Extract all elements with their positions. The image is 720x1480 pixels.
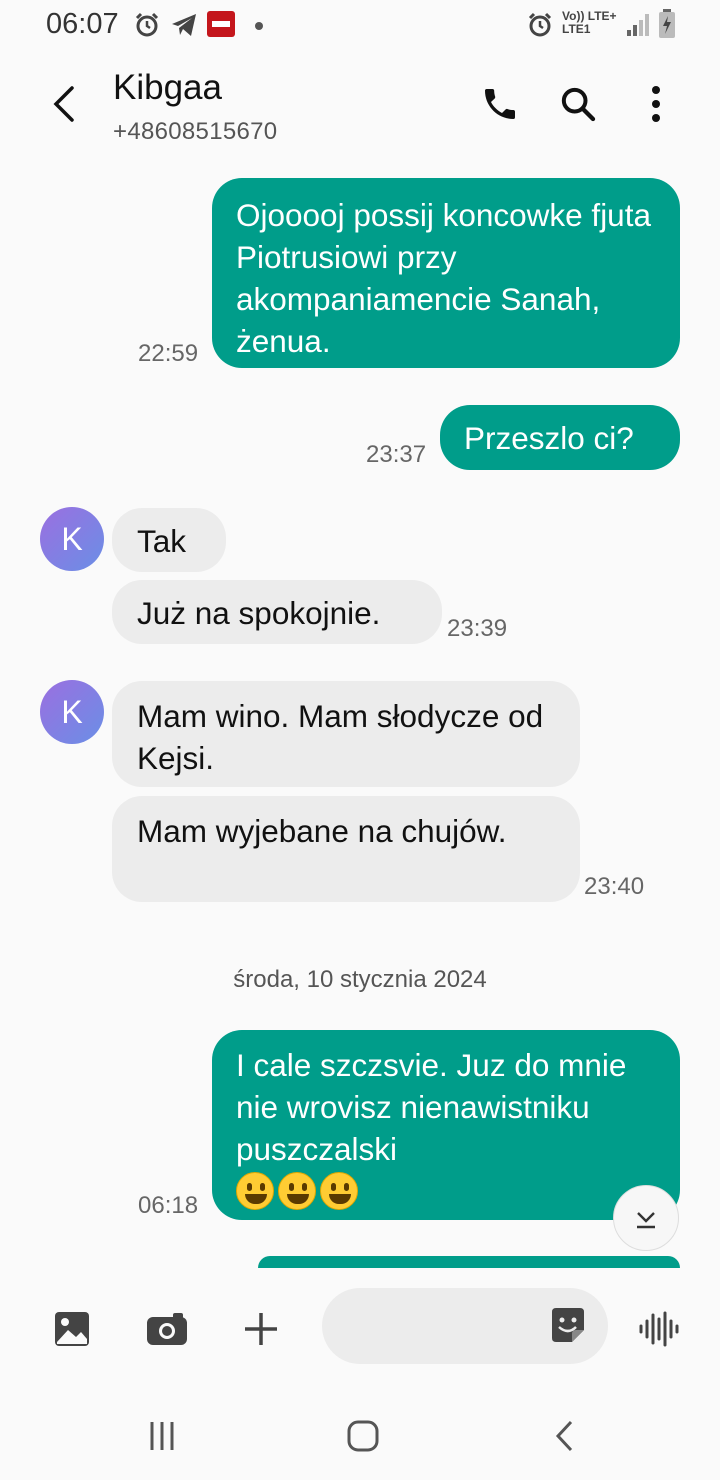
date-separator: środa, 10 stycznia 2024 — [233, 966, 487, 993]
gallery-button[interactable] — [47, 1304, 97, 1354]
avatar[interactable]: K — [40, 680, 104, 744]
chevron-down-icon — [637, 1212, 655, 1229]
message-timestamp: 23:39 — [447, 615, 508, 642]
outgoing-message-bubble[interactable]: Ojooooj possij koncowke fjuta Piotrusiow… — [212, 178, 680, 368]
alarm-icon — [134, 12, 160, 43]
network-label: Vo)) LTE+ — [562, 9, 617, 23]
more-vert-icon — [652, 86, 660, 122]
contact-number: +48608515670 — [113, 118, 278, 145]
back-icon — [555, 1420, 573, 1452]
nav-back-button[interactable] — [540, 1414, 590, 1458]
incoming-message-bubble[interactable]: Już na spokojnie. — [112, 580, 442, 644]
gallery-icon — [55, 1312, 89, 1346]
phone-icon — [485, 89, 515, 119]
avatar-initial: K — [61, 520, 83, 557]
status-bar: 06:07 Vo)) LTE+ LTE1 — [0, 0, 720, 48]
message-composer — [0, 1268, 720, 1388]
app-badge-icon — [207, 11, 235, 42]
outgoing-message-bubble-partial[interactable] — [258, 1256, 680, 1268]
outgoing-message-bubble[interactable]: Przeszlo ci? — [440, 405, 680, 470]
avatar-initial: K — [61, 693, 83, 730]
emoji-row — [236, 1172, 656, 1214]
home-icon — [347, 1420, 379, 1452]
message-input[interactable] — [322, 1288, 532, 1364]
incoming-message-bubble[interactable]: Mam wyjebane na chujów. — [112, 796, 580, 902]
grinning-face-emoji-icon — [236, 1172, 274, 1210]
message-timestamp: 23:37 — [366, 441, 427, 468]
recent-apps-button[interactable] — [137, 1414, 187, 1458]
voice-icon — [639, 1311, 679, 1347]
message-timestamp: 23:40 — [584, 873, 645, 900]
message-timestamp: 06:18 — [138, 1192, 199, 1219]
more-options-button[interactable] — [630, 76, 682, 132]
message-text: Tak — [137, 523, 187, 559]
home-button[interactable] — [338, 1414, 388, 1458]
recent-apps-icon — [150, 1422, 174, 1450]
avatar[interactable]: K — [40, 507, 104, 571]
back-arrow-icon — [53, 86, 74, 122]
grinning-face-emoji-icon — [278, 1172, 316, 1210]
outgoing-message-bubble[interactable]: I cale szczsvie. Juz do mnie nie wrovisz… — [212, 1030, 680, 1220]
message-text: Już na spokojnie. — [137, 595, 381, 631]
network-indicator: Vo)) LTE+ LTE1 — [562, 10, 617, 36]
search-button[interactable] — [552, 76, 604, 132]
alarm-icon — [527, 12, 553, 43]
voice-record-button[interactable] — [634, 1304, 684, 1354]
telegram-icon — [170, 12, 198, 43]
sticker-icon — [552, 1308, 584, 1342]
status-time: 06:07 — [46, 8, 119, 40]
camera-icon — [147, 1313, 187, 1345]
camera-button[interactable] — [142, 1304, 192, 1354]
sticker-button[interactable] — [548, 1306, 588, 1346]
search-icon — [561, 87, 596, 122]
network-sub-label: LTE1 — [562, 22, 591, 36]
message-text: Mam wino. Mam słodycze od Kejsi. — [137, 698, 544, 776]
message-timestamp: 22:59 — [138, 340, 199, 367]
call-button[interactable] — [474, 76, 526, 132]
battery-icon — [658, 9, 676, 44]
incoming-message-bubble[interactable]: Tak — [112, 508, 226, 572]
message-text: Przeszlo ci? — [464, 420, 634, 456]
signal-icon — [626, 12, 650, 41]
conversation-header: Kibgaa +48608515670 — [0, 56, 720, 156]
add-attachment-button[interactable] — [236, 1304, 286, 1354]
scroll-to-bottom-button[interactable] — [613, 1185, 679, 1251]
system-navigation-bar — [0, 1388, 720, 1480]
plus-icon — [245, 1313, 277, 1345]
contact-name[interactable]: Kibgaa — [113, 68, 222, 108]
message-text: Ojooooj possij koncowke fjuta Piotrusiow… — [236, 197, 651, 359]
grinning-face-emoji-icon — [320, 1172, 358, 1210]
incoming-message-bubble[interactable]: Mam wino. Mam słodycze od Kejsi. — [112, 681, 580, 787]
message-text: Mam wyjebane na chujów. — [137, 813, 507, 849]
message-text: I cale szczsvie. Juz do mnie nie wrovisz… — [236, 1047, 627, 1167]
message-input-container[interactable] — [322, 1288, 608, 1364]
back-button[interactable] — [40, 76, 88, 132]
dot-icon — [254, 18, 264, 36]
